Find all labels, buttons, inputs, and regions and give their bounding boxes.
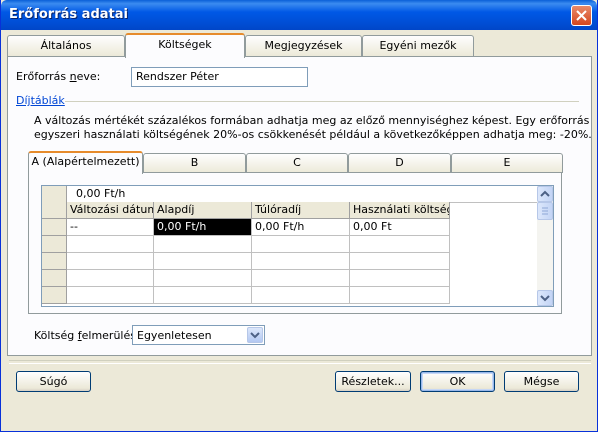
cost-accrual-select[interactable]: Egyenletesen — [132, 325, 265, 345]
help-button[interactable]: Súgó — [16, 371, 91, 392]
table-cell-selected[interactable]: 0,00 Ft/h — [154, 219, 252, 236]
row-header[interactable] — [42, 287, 67, 304]
column-header-overtime-rate[interactable]: Túlóradíj — [252, 202, 350, 219]
resource-name-label: Erőforrás neve: — [16, 70, 101, 83]
table-cell[interactable] — [252, 236, 350, 253]
table-cell[interactable] — [252, 270, 350, 287]
tab-costs[interactable]: Költségek — [125, 33, 245, 58]
title-bar[interactable]: Erőforrás adatai — [1, 0, 597, 30]
edit-bar-input[interactable]: 0,00 Ft/h — [76, 187, 125, 200]
tab-rate-e[interactable]: E — [451, 153, 563, 173]
window-title: Erőforrás adatai — [9, 7, 128, 22]
rate-tabs: A (Alapértelmezett) B C D E — [28, 151, 564, 174]
cost-accrual-value: Egyenletesen — [137, 329, 212, 342]
details-button[interactable]: Részletek... — [335, 371, 411, 392]
cancel-button-label: Mégse — [523, 375, 560, 388]
table-cell[interactable] — [350, 236, 450, 253]
edit-bar-corner — [42, 186, 67, 202]
close-icon — [576, 10, 587, 21]
column-header-change-date[interactable]: Változási dátum — [67, 202, 154, 219]
edit-bar: 0,00 Ft/h — [42, 186, 539, 203]
column-header-per-use-cost[interactable]: Használati költség — [350, 202, 450, 219]
tab-rate-b-label: B — [190, 156, 199, 169]
rates-description-line1: A változás mértékét százalékos formában … — [34, 114, 590, 127]
chevron-up-icon — [540, 190, 550, 197]
table-cell[interactable]: 0,00 Ft — [350, 219, 450, 236]
cost-accrual-label: Költség felmerülése: — [34, 329, 147, 342]
table-cell[interactable]: 0,00 Ft/h — [252, 219, 350, 236]
dropdown-button[interactable] — [247, 327, 263, 343]
cancel-button[interactable]: Mégse — [504, 371, 579, 392]
tab-rate-a-label: A (Alapértelmezett) — [31, 155, 140, 168]
rate-table-grid[interactable]: 0,00 Ft/h Változási dátum Alapdíj Túlóra… — [41, 185, 554, 307]
table-cell[interactable] — [252, 287, 350, 304]
footer-divider — [9, 360, 591, 364]
details-button-label: Részletek... — [341, 375, 405, 388]
scroll-down-button[interactable] — [537, 290, 553, 306]
tab-general[interactable]: Általános — [7, 35, 125, 56]
row-header[interactable] — [42, 236, 67, 253]
main-tabs: Általános Költségek Megjegyzések Egyéni … — [7, 33, 587, 58]
table-cell[interactable] — [350, 287, 450, 304]
rates-description-line2: egyszeri használati költségének 20%-os c… — [34, 128, 592, 141]
tab-rate-e-label: E — [503, 156, 511, 169]
grip-icon — [542, 207, 548, 215]
scroll-thumb[interactable] — [537, 202, 553, 220]
table-cell[interactable] — [154, 287, 252, 304]
resource-name-input[interactable]: Rendszer Péter — [131, 67, 308, 87]
close-button[interactable] — [571, 5, 592, 26]
tab-notes[interactable]: Megjegyzések — [245, 35, 362, 56]
rate-tables-group-label: Díjtáblák — [16, 94, 65, 107]
table-cell[interactable] — [154, 236, 252, 253]
help-button-label: Súgó — [39, 375, 68, 388]
chevron-down-icon — [540, 295, 550, 302]
row-header[interactable] — [42, 219, 67, 236]
table-cell[interactable] — [67, 253, 154, 270]
table-cell[interactable] — [67, 236, 154, 253]
tab-rate-c[interactable]: C — [246, 153, 348, 173]
table-cell[interactable] — [350, 270, 450, 287]
tab-custom-fields-label: Egyéni mezők — [379, 39, 457, 52]
table-cell[interactable] — [67, 287, 154, 304]
tab-custom-fields[interactable]: Egyéni mezők — [362, 35, 474, 56]
table-cell[interactable] — [67, 270, 154, 287]
chevron-down-icon — [250, 332, 260, 339]
tab-rate-b[interactable]: B — [143, 153, 246, 173]
row-header[interactable] — [42, 253, 67, 270]
table-cell[interactable] — [252, 253, 350, 270]
tab-rate-d[interactable]: D — [348, 153, 451, 173]
table-cell[interactable]: -- — [67, 219, 154, 236]
tab-rate-d-label: D — [395, 156, 404, 169]
resource-name-value: Rendszer Péter — [136, 70, 219, 83]
ok-button-label: OK — [449, 375, 466, 388]
ok-button[interactable]: OK — [420, 371, 495, 392]
tab-rate-c-label: C — [293, 156, 301, 169]
tab-costs-label: Költségek — [158, 38, 212, 51]
column-header-standard-rate[interactable]: Alapdíj — [154, 202, 252, 219]
resource-info-dialog: Erőforrás adatai Általános Költségek Meg… — [0, 0, 598, 432]
tab-general-label: Általános — [40, 39, 92, 52]
row-header[interactable] — [42, 270, 67, 287]
vertical-scrollbar[interactable] — [537, 186, 553, 306]
tab-notes-label: Megjegyzések — [264, 39, 343, 52]
tab-rate-a[interactable]: A (Alapértelmezett) — [28, 151, 143, 174]
table-cell[interactable] — [350, 253, 450, 270]
corner-header — [42, 202, 67, 219]
group-divider — [65, 101, 579, 102]
table-cell[interactable] — [154, 253, 252, 270]
scroll-up-button[interactable] — [537, 186, 553, 202]
table-cell[interactable] — [154, 270, 252, 287]
